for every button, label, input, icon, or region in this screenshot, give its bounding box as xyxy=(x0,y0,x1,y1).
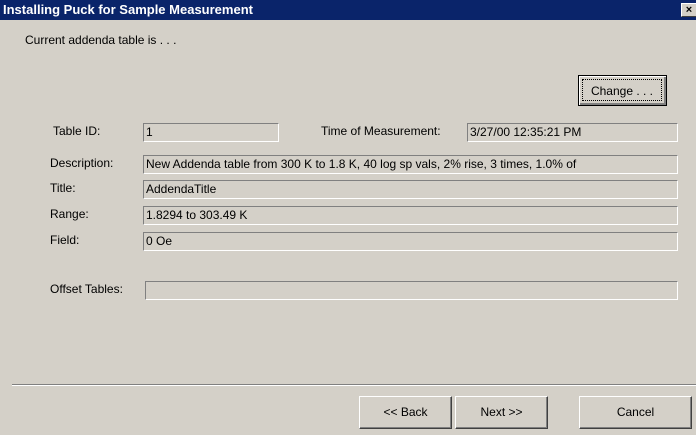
change-button-label: Change . . . xyxy=(582,79,662,101)
window-title: Installing Puck for Sample Measurement xyxy=(3,2,253,17)
dialog-body: Current addenda table is . . . Change . … xyxy=(0,20,696,435)
separator xyxy=(12,384,696,386)
title-field: AddendaTitle xyxy=(143,180,678,199)
range-label: Range: xyxy=(50,207,89,221)
field-field: 0 Oe xyxy=(143,232,678,251)
offset-tables-label: Offset Tables: xyxy=(50,282,123,296)
table-id-label: Table ID: xyxy=(53,124,101,138)
back-button[interactable]: << Back xyxy=(359,396,452,429)
cancel-button[interactable]: Cancel xyxy=(579,396,692,429)
time-of-measurement-label: Time of Measurement: xyxy=(321,124,441,138)
close-icon[interactable]: × xyxy=(681,3,696,17)
description-label: Description: xyxy=(50,156,114,170)
description-field: New Addenda table from 300 K to 1.8 K, 4… xyxy=(143,155,678,174)
time-of-measurement-field: 3/27/00 12:35:21 PM xyxy=(467,123,678,142)
next-button[interactable]: Next >> xyxy=(455,396,548,429)
range-field: 1.8294 to 303.49 K xyxy=(143,206,678,225)
table-id-field: 1 xyxy=(143,123,279,142)
change-button[interactable]: Change . . . xyxy=(578,75,667,106)
field-label: Field: xyxy=(50,233,80,247)
title-label: Title: xyxy=(50,181,76,195)
intro-text: Current addenda table is . . . xyxy=(25,33,177,47)
title-bar: Installing Puck for Sample Measurement × xyxy=(0,0,696,20)
offset-tables-field xyxy=(145,281,678,300)
